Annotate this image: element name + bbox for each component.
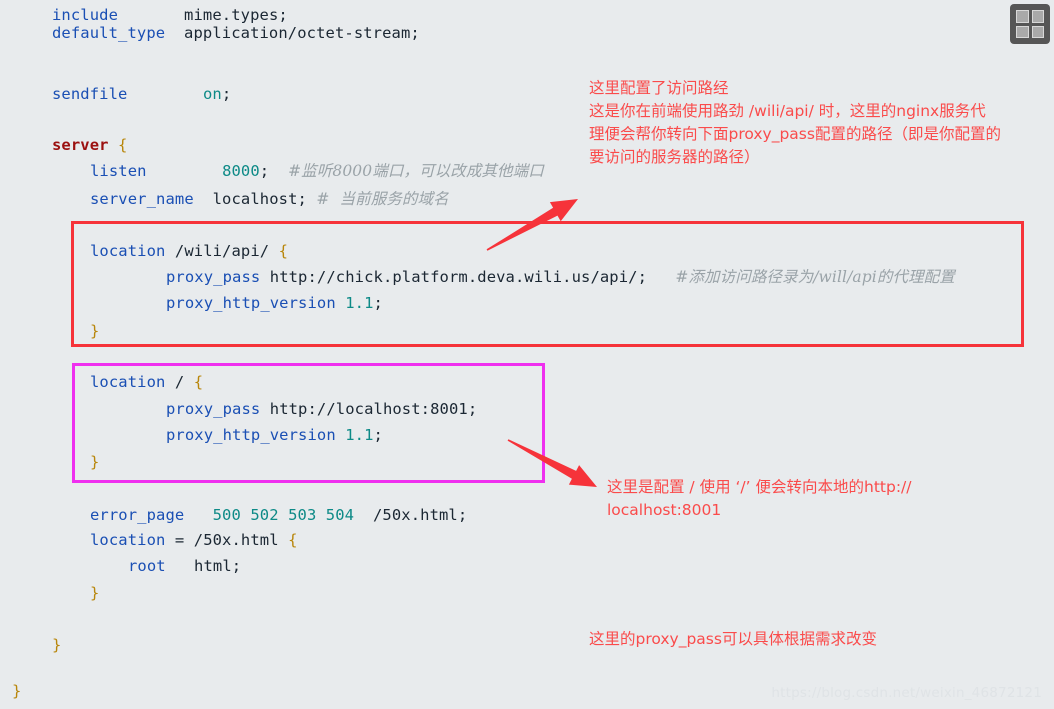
code-token: root	[128, 557, 166, 575]
watermark: https://blog.csdn.net/weixin_46872121	[771, 685, 1042, 701]
annotation-root-location: 这里是配置 / 使用 ‘/’ 便会转向本地的http:// localhost:…	[607, 478, 912, 519]
line-root-html: root html;	[128, 557, 241, 575]
qr-cell	[1016, 10, 1029, 23]
code-token: # 当前服务的域名	[316, 190, 449, 208]
annotation-proxy-pass-note: 这里的proxy_pass可以具体根据需求改变	[589, 630, 877, 648]
qr-cell	[1016, 25, 1029, 38]
code-token: html;	[165, 557, 242, 575]
code-token: application/octet-stream;	[165, 24, 420, 42]
code-token: localhost;	[193, 190, 317, 208]
line-close-50x: }	[90, 584, 99, 602]
line-location-50x: location = /50x.html {	[90, 531, 298, 549]
magenta-highlight-box	[72, 363, 545, 483]
line-close-server: }	[52, 636, 61, 654]
line-error-page: error_page 500 502 503 504 /50x.html;	[90, 506, 467, 524]
line-include: include mime.types;	[52, 6, 288, 24]
line-listen: listen 8000; #监听8000端口，可以改成其他端口	[90, 162, 544, 180]
code-token: default_type	[52, 24, 166, 42]
code-token: server	[52, 136, 109, 154]
line-server-name: server_name localhost; # 当前服务的域名	[90, 190, 449, 208]
code-token: location	[90, 531, 166, 549]
code-token: mime.types;	[118, 6, 288, 24]
qr-code-grid	[1016, 10, 1044, 38]
code-token: ;	[259, 162, 289, 180]
qr-cell	[1031, 25, 1044, 38]
code-token: }	[52, 636, 62, 654]
line-server-open: server {	[52, 136, 127, 154]
red-highlight-box	[71, 221, 1024, 347]
line-default-type: default_type application/octet-stream;	[52, 24, 420, 42]
annotation-access-path: 这里配置了访问路经 这是你在前端使用路劲 /wili/api/ 时，这里的ngi…	[589, 79, 1001, 166]
code-token: ;	[221, 85, 232, 103]
code-token: = /50x.html	[165, 531, 289, 549]
line-close-http: }	[12, 682, 21, 700]
code-token: /50x.html;	[354, 506, 468, 524]
code-token: listen	[90, 162, 147, 180]
code-token: error_page	[90, 506, 185, 524]
code-token: 500 502 503 504	[212, 506, 355, 524]
code-token: server_name	[90, 190, 194, 208]
qr-cell	[1031, 10, 1044, 23]
code-token: #监听8000端口，可以改成其他端口	[288, 162, 544, 180]
code-token: 8000	[222, 162, 260, 180]
code-token: sendfile	[52, 85, 128, 103]
code-token: }	[12, 682, 22, 700]
code-token: include	[52, 6, 119, 24]
code-token: }	[90, 584, 100, 602]
code-token: on	[202, 85, 222, 103]
code-token: {	[288, 531, 298, 549]
code-token: {	[118, 136, 128, 154]
qr-code-badge[interactable]	[1010, 4, 1050, 44]
line-sendfile: sendfile on;	[52, 85, 231, 103]
